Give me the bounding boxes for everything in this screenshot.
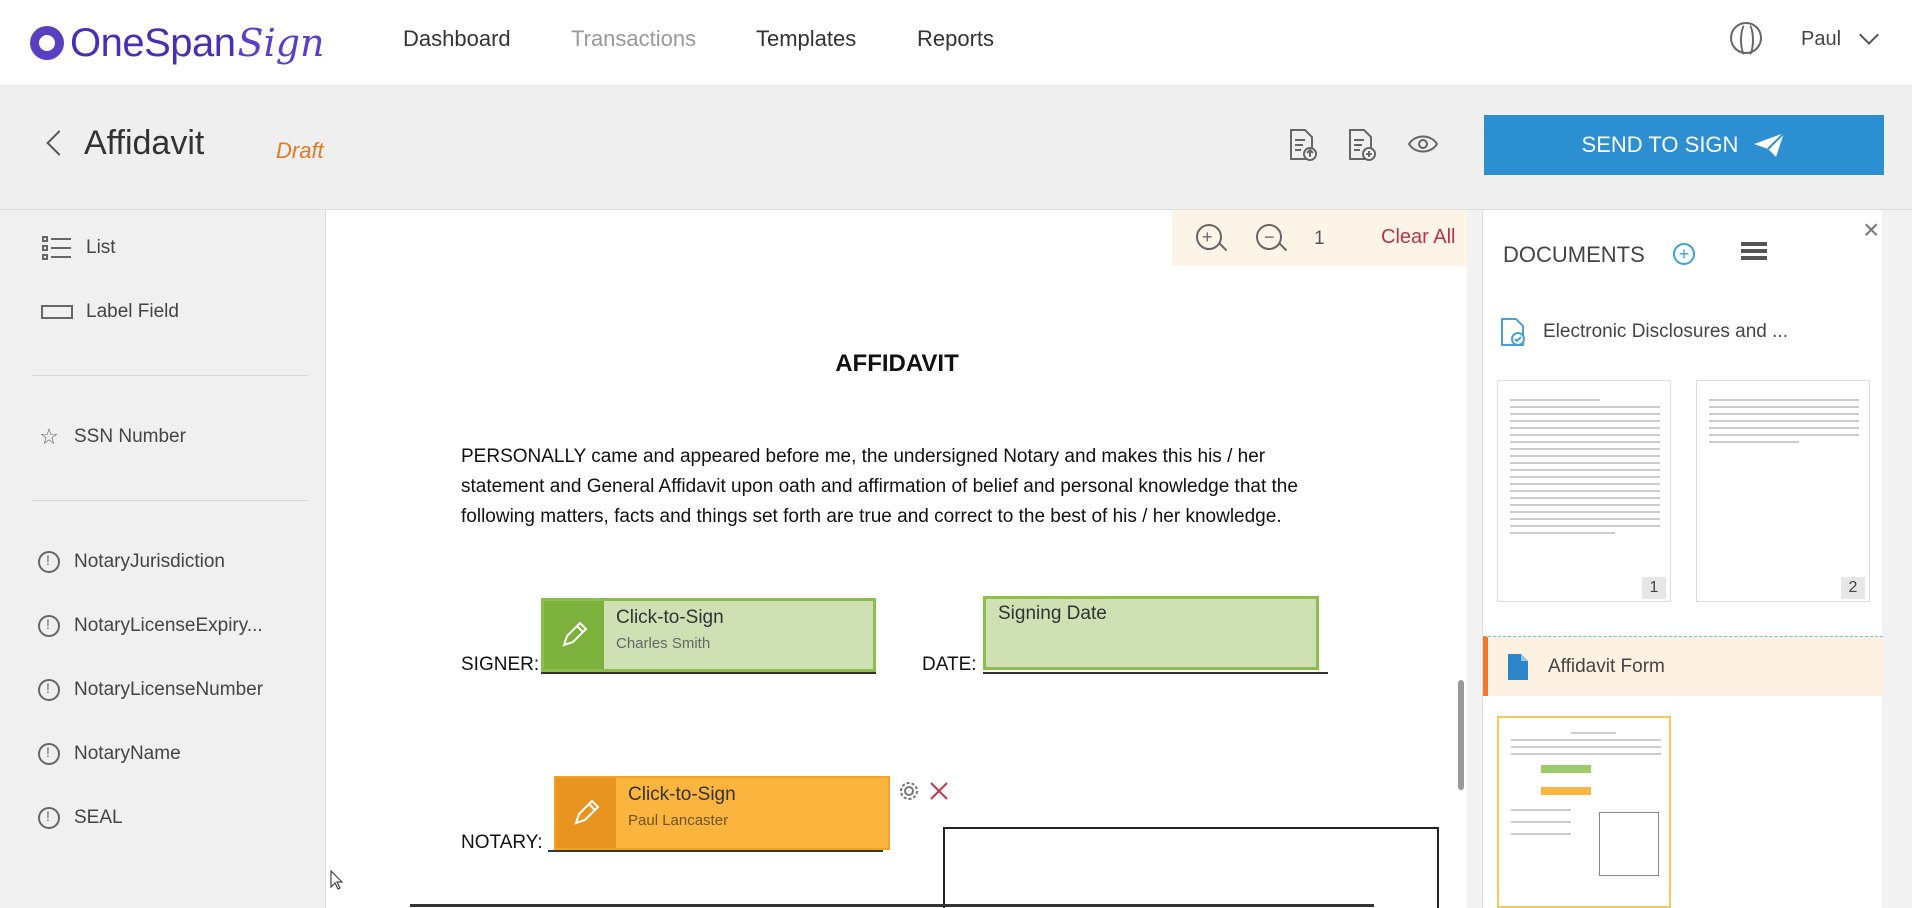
list-icon: [40, 234, 74, 262]
preview-eye-icon[interactable]: [1407, 132, 1439, 156]
nav-dashboard[interactable]: Dashboard: [403, 26, 511, 52]
field-notary-name-label: NotaryName: [74, 743, 181, 764]
clear-all-button[interactable]: Clear All: [1381, 226, 1455, 249]
pencil-icon: [556, 778, 616, 848]
notary-field-name: Paul Lancaster: [628, 812, 729, 829]
field-list[interactable]: List: [40, 228, 116, 268]
user-menu-name[interactable]: Paul: [1801, 28, 1841, 51]
field-list-label: List: [86, 237, 116, 258]
document-file-icon: [1508, 653, 1528, 680]
field-notary-jurisdiction[interactable]: NotaryJurisdiction: [36, 542, 225, 582]
document-item-affidavit-form[interactable]: Affidavit Form: [1483, 636, 1883, 696]
paper-plane-icon: [1754, 132, 1786, 157]
reorder-list-icon[interactable]: [1741, 242, 1767, 266]
date-field-title: Signing Date: [998, 603, 1107, 624]
medal-icon: [36, 548, 62, 576]
field-tools: [898, 780, 950, 802]
field-notary-license-number-label: NotaryLicenseNumber: [74, 679, 264, 700]
document-item-disclosures[interactable]: Electronic Disclosures and ...: [1483, 302, 1883, 362]
transaction-title: Affidavit: [84, 124, 205, 162]
signer-signature-field[interactable]: Click-to-Sign Charles Smith: [541, 598, 876, 672]
zoom-out-icon[interactable]: −: [1256, 224, 1282, 250]
signer-field-name: Charles Smith: [616, 635, 711, 652]
field-label-field-label: Label Field: [86, 301, 179, 322]
signer-field-title: Click-to-Sign: [616, 607, 724, 628]
thumbnail-seal-box: [1599, 812, 1659, 876]
field-seal[interactable]: SEAL: [36, 798, 123, 838]
page-number: 1: [1314, 228, 1325, 249]
star-icon: ☆: [39, 424, 59, 449]
send-to-sign-label: SEND TO SIGN: [1581, 132, 1739, 157]
field-notary-license-number[interactable]: NotaryLicenseNumber: [36, 670, 263, 710]
field-notary-jurisdiction-label: NotaryJurisdiction: [74, 551, 225, 572]
notary-field-title: Click-to-Sign: [628, 784, 736, 805]
medal-icon: [36, 676, 62, 704]
document-canvas[interactable]: + − 1 Clear All AFFIDAVIT PERSONALLY cam…: [325, 210, 1467, 908]
back-arrow-icon[interactable]: [46, 130, 72, 156]
thumbnail-page-number: 1: [1642, 577, 1666, 599]
document-item-disclosures-label: Electronic Disclosures and ...: [1543, 321, 1788, 342]
nav-templates[interactable]: Templates: [756, 26, 856, 52]
field-ssn-number-label: SSN Number: [74, 426, 186, 447]
signing-date-field[interactable]: Signing Date: [983, 596, 1319, 670]
add-document-icon[interactable]: [1347, 128, 1377, 162]
notary-signature-field[interactable]: Click-to-Sign Paul Lancaster: [554, 776, 890, 850]
document-heading: AFFIDAVIT: [835, 350, 959, 377]
label-field-icon: [40, 298, 74, 326]
disclosure-document-icon: [1501, 318, 1525, 346]
seal-box: [943, 827, 1439, 908]
notary-label: NOTARY:: [461, 832, 543, 853]
status-badge: Draft: [276, 138, 324, 163]
field-notary-license-expiry[interactable]: NotaryLicenseExpiry...: [36, 606, 263, 646]
palette-divider: [32, 375, 308, 376]
pencil-icon: [544, 601, 604, 669]
notary-line: [548, 850, 883, 852]
gear-icon[interactable]: [898, 780, 920, 802]
page-thumbnail-selected[interactable]: [1497, 716, 1671, 908]
logo-brand-script: Sign: [237, 21, 325, 65]
medal-icon: [36, 740, 62, 768]
field-palette: List Label Field ☆ SSN Number NotaryJuri…: [0, 210, 325, 908]
delete-field-icon[interactable]: [928, 780, 950, 802]
canvas-scrollbar[interactable]: [1458, 680, 1464, 790]
documents-panel: × DOCUMENTS + Electronic Disclosures and…: [1482, 210, 1883, 908]
document-rule: [410, 904, 1374, 907]
close-icon[interactable]: ×: [1863, 216, 1879, 244]
field-seal-label: SEAL: [74, 807, 123, 828]
page-thumbnail[interactable]: 1: [1497, 380, 1671, 602]
page-thumbnail[interactable]: 2: [1696, 380, 1870, 602]
field-label-field[interactable]: Label Field: [40, 292, 179, 332]
logo-brand-name: OneSpan: [70, 20, 236, 65]
chevron-down-icon[interactable]: [1859, 25, 1879, 45]
send-to-sign-button[interactable]: SEND TO SIGN: [1484, 115, 1884, 175]
document-body: PERSONALLY came and appeared before me, …: [461, 446, 1298, 527]
signer-label: SIGNER:: [461, 654, 540, 675]
document-item-affidavit-form-label: Affidavit Form: [1548, 655, 1665, 677]
field-notary-name[interactable]: NotaryName: [36, 734, 181, 774]
nav-reports[interactable]: Reports: [917, 26, 994, 52]
zoom-in-icon[interactable]: +: [1196, 224, 1222, 250]
palette-divider: [32, 500, 308, 501]
top-navigation: OneSpan Sign Dashboard Transactions Temp…: [0, 0, 1912, 86]
field-notary-license-expiry-label: NotaryLicenseExpiry...: [74, 615, 263, 636]
transaction-header: Affidavit Draft SEND TO SIGN: [0, 86, 1912, 210]
upload-document-icon[interactable]: [1288, 128, 1318, 162]
logo-mark-icon: [30, 26, 64, 60]
onespan-sign-logo[interactable]: OneSpan Sign: [30, 18, 325, 68]
date-label: DATE:: [922, 654, 977, 675]
nav-transactions[interactable]: Transactions: [571, 26, 696, 52]
medal-icon: [36, 612, 62, 640]
mouse-cursor-icon: [330, 870, 344, 890]
date-line: [983, 672, 1328, 674]
documents-title: DOCUMENTS: [1503, 242, 1645, 267]
signer-line: [541, 672, 876, 674]
add-document-plus-icon[interactable]: +: [1673, 243, 1695, 265]
globe-icon[interactable]: [1730, 22, 1762, 58]
medal-icon: [36, 804, 62, 832]
thumbnail-page-number: 2: [1841, 577, 1865, 599]
field-ssn-number[interactable]: ☆ SSN Number: [36, 417, 186, 457]
